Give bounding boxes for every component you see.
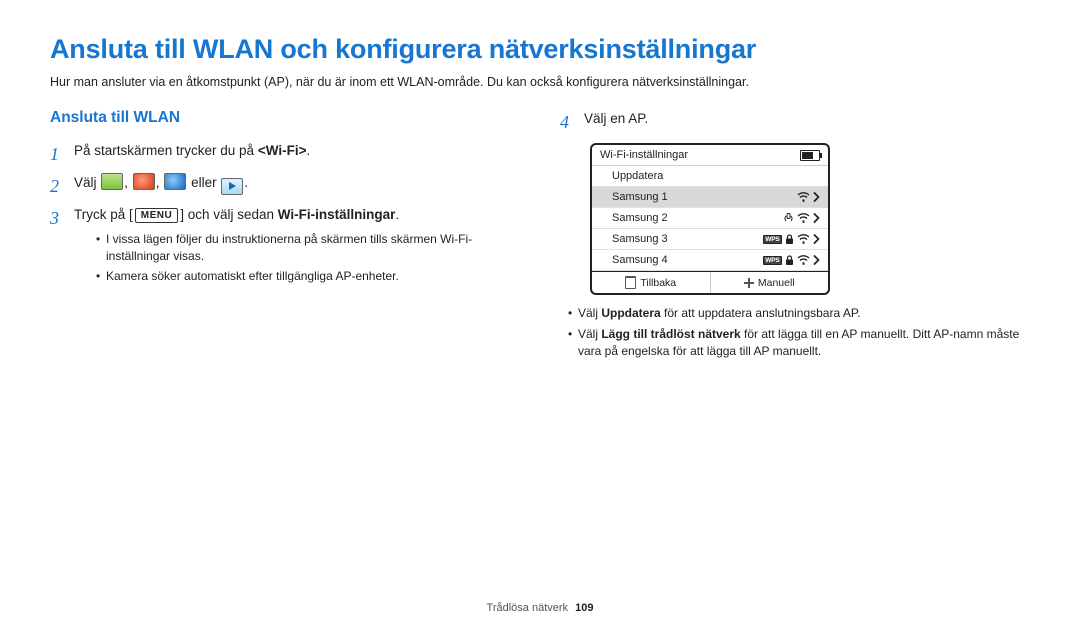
ap-list-row: Samsung 3WPS	[592, 229, 828, 250]
step-number: 1	[50, 141, 64, 167]
wifi-settings-screenshot: Wi-Fi-inställningar UppdateraSamsung 1Sa…	[590, 143, 830, 295]
intro-text: Hur man ansluter via en åtkomstpunkt (AP…	[50, 75, 1030, 89]
shot-title: Wi-Fi-inställningar	[600, 149, 688, 161]
step-number: 4	[560, 109, 574, 135]
wifi-icon	[797, 255, 810, 265]
wifi-icon	[797, 192, 810, 202]
chevron-right-icon	[813, 213, 820, 223]
step-3-note: Kamera söker automatiskt efter tillgängl…	[96, 268, 520, 285]
ap-list-row: Samsung 4WPS	[592, 250, 828, 271]
step-3-note: I vissa lägen följer du instruktionerna …	[96, 231, 520, 265]
mode-icon-3	[164, 173, 186, 190]
section-heading: Ansluta till WLAN	[50, 109, 520, 127]
step-2: Välj , , eller .	[74, 173, 520, 195]
battery-icon	[800, 150, 820, 161]
wps-badge-icon: WPS	[763, 256, 782, 265]
adhoc-icon	[783, 213, 794, 224]
chevron-right-icon	[813, 192, 820, 202]
wps-badge-icon: WPS	[763, 235, 782, 244]
step-number: 3	[50, 205, 64, 231]
chevron-right-icon	[813, 234, 820, 244]
post-note: Välj Uppdatera för att uppdatera anslutn…	[568, 305, 1030, 322]
lock-icon	[785, 234, 794, 245]
shot-manual-button: Manuell	[711, 272, 829, 293]
page-title: Ansluta till WLAN och konfigurera nätver…	[50, 34, 1030, 65]
mode-icon-2	[133, 173, 155, 190]
step-3: Tryck på [MENU] och välj sedan Wi-Fi-ins…	[74, 205, 520, 289]
wifi-icon	[797, 234, 810, 244]
step-1: På startskärmen trycker du på <Wi-Fi>.	[74, 141, 520, 161]
step-4: Välj en AP.	[584, 109, 1030, 129]
post-note: Välj Lägg till trådlöst nätverk för att …	[568, 326, 1030, 360]
ap-list-row: Samsung 1	[592, 187, 828, 208]
wifi-icon	[797, 213, 810, 223]
mode-icon-1	[101, 173, 123, 190]
plus-icon	[744, 278, 754, 288]
ap-list-row: Samsung 2	[592, 208, 828, 229]
step-number: 2	[50, 173, 64, 199]
mode-icon-4	[221, 178, 243, 195]
chevron-right-icon	[813, 255, 820, 265]
ap-list-row: Uppdatera	[592, 166, 828, 187]
page-footer: Trådlösa nätverk 109	[0, 602, 1080, 614]
trash-icon	[625, 276, 636, 289]
shot-back-button: Tillbaka	[592, 272, 711, 293]
lock-icon	[785, 255, 794, 266]
menu-key-icon: MENU	[135, 208, 178, 223]
